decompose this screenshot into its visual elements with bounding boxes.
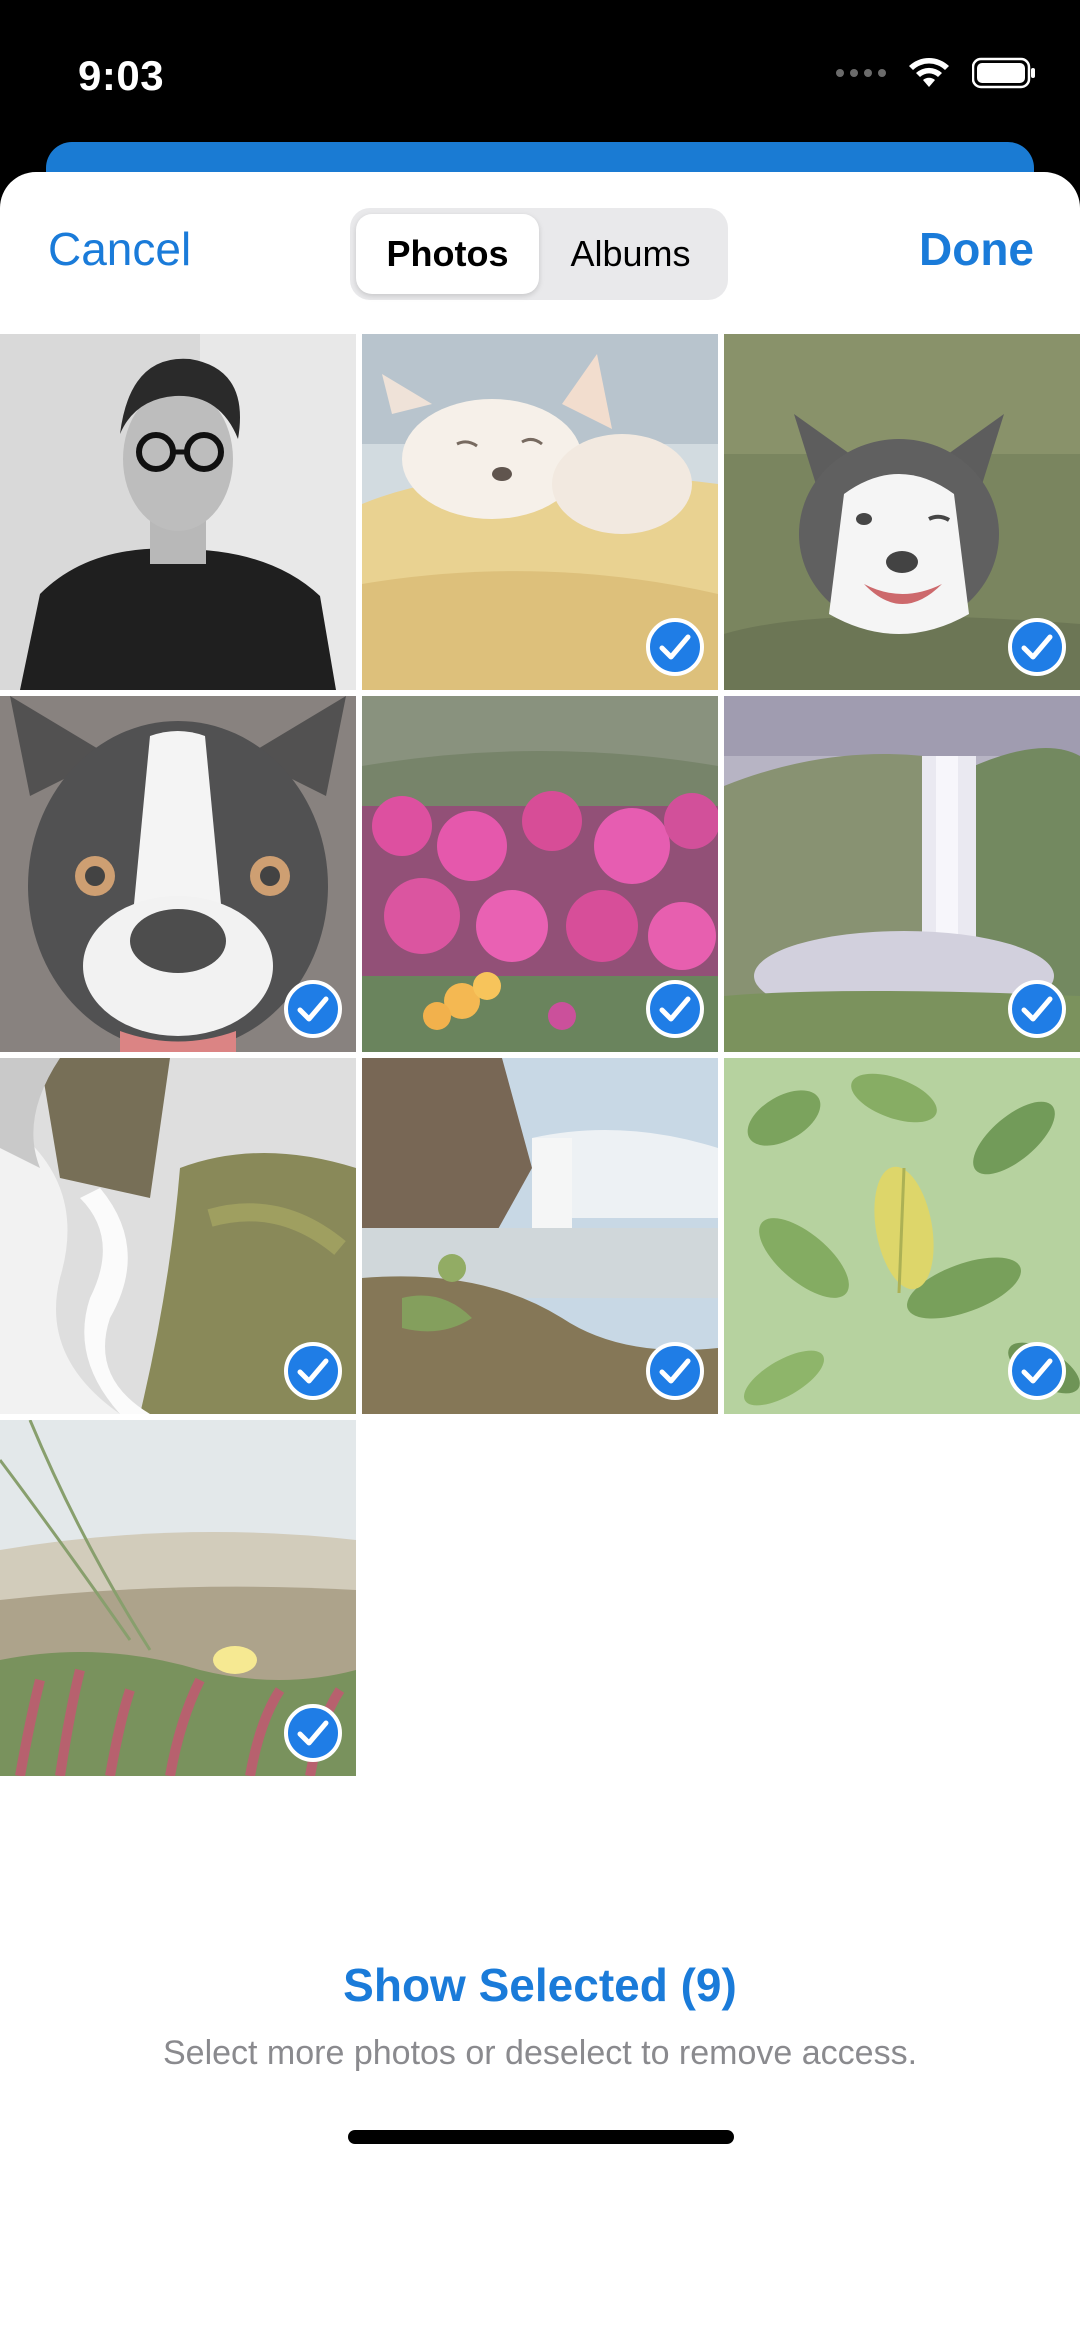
portrait-image bbox=[0, 334, 356, 690]
checkmark-icon bbox=[284, 1342, 342, 1400]
picker-nav-bar: Cancel Photos Albums Done bbox=[0, 172, 1080, 334]
selection-footer: Show Selected (9) Select more photos or … bbox=[0, 1958, 1080, 2073]
segmented-control: Photos Albums bbox=[350, 208, 728, 300]
status-icons bbox=[836, 56, 1036, 90]
photo-thumbnail[interactable] bbox=[724, 334, 1080, 690]
photo-thumbnail[interactable] bbox=[0, 696, 356, 1052]
signal-dots-icon bbox=[836, 69, 886, 77]
cancel-button[interactable]: Cancel bbox=[48, 222, 191, 276]
checkmark-icon bbox=[646, 1342, 704, 1400]
checkmark-icon bbox=[646, 980, 704, 1038]
checkmark-icon bbox=[646, 618, 704, 676]
photo-thumbnail[interactable] bbox=[362, 1058, 718, 1414]
photo-thumbnail[interactable] bbox=[0, 1420, 356, 1776]
checkmark-icon bbox=[284, 1704, 342, 1762]
checkmark-icon bbox=[1008, 980, 1066, 1038]
show-selected-button[interactable]: Show Selected (9) bbox=[343, 1958, 737, 2012]
battery-icon bbox=[972, 57, 1035, 89]
status-time: 9:03 bbox=[78, 52, 165, 99]
photo-thumbnail[interactable] bbox=[724, 1058, 1080, 1414]
checkmark-icon bbox=[1008, 1342, 1066, 1400]
photo-thumbnail[interactable] bbox=[362, 696, 718, 1052]
helper-text: Select more photos or deselect to remove… bbox=[162, 2034, 918, 2072]
photo-thumbnail[interactable] bbox=[0, 1058, 356, 1414]
checkmark-icon bbox=[1008, 618, 1066, 676]
tab-albums[interactable]: Albums bbox=[539, 214, 722, 294]
photo-thumbnail[interactable] bbox=[0, 334, 356, 690]
photo-thumbnail[interactable] bbox=[724, 696, 1080, 1052]
status-bar: 9:03 bbox=[0, 0, 1080, 150]
home-indicator[interactable] bbox=[348, 2130, 734, 2144]
checkmark-icon bbox=[284, 980, 342, 1038]
photo-thumbnail[interactable] bbox=[362, 334, 718, 690]
wifi-icon bbox=[909, 58, 949, 87]
tab-photos[interactable]: Photos bbox=[356, 214, 539, 294]
done-button[interactable]: Done bbox=[919, 222, 1034, 276]
